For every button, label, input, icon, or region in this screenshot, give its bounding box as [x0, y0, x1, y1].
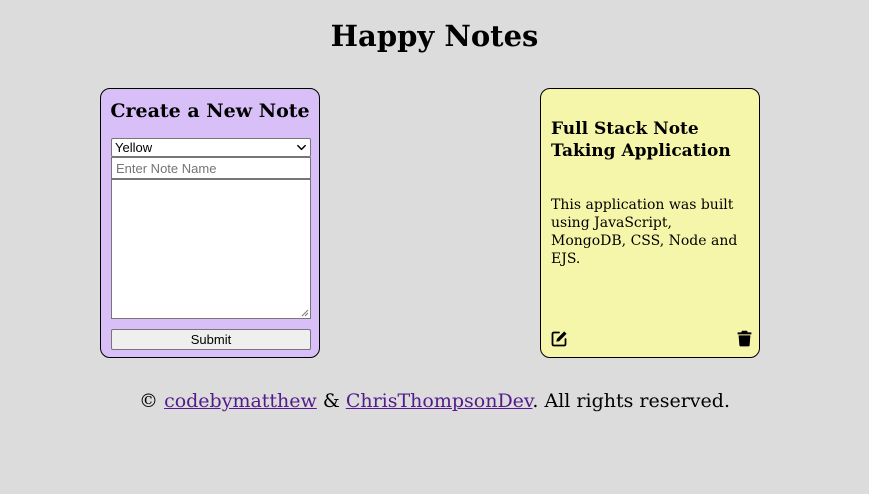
footer: © codebymatthew & ChrisThompsonDev. All …	[0, 389, 869, 413]
note-body-textarea[interactable]	[111, 179, 311, 319]
color-select[interactable]: Yellow	[111, 138, 311, 157]
footer-copyright: ©	[139, 390, 165, 412]
note-title: Full Stack Note Taking Application	[551, 119, 731, 161]
note-card: Full Stack Note Taking Application This …	[540, 88, 760, 358]
page-title: Happy Notes	[330, 19, 539, 53]
note-body: This application was built using JavaScr…	[551, 197, 738, 267]
footer-link-christhompsondev[interactable]: ChrisThompsonDev	[346, 390, 533, 412]
edit-icon[interactable]	[551, 330, 568, 347]
color-select-value: Yellow	[115, 140, 153, 155]
note-name-input[interactable]	[111, 157, 311, 179]
chevron-down-icon	[297, 144, 306, 151]
create-note-title: Create a New Note	[110, 100, 310, 122]
page: Happy Notes Create a New Note Yellow Sub…	[0, 0, 869, 494]
footer-rights: . All rights reserved.	[532, 390, 730, 412]
create-note-card: Create a New Note Yellow Submit	[100, 88, 320, 358]
submit-button[interactable]: Submit	[111, 329, 311, 350]
footer-link-codebymatthew[interactable]: codebymatthew	[164, 390, 317, 412]
resize-grip-icon[interactable]	[300, 308, 309, 317]
footer-separator: &	[316, 390, 346, 412]
trash-icon[interactable]	[737, 330, 752, 347]
